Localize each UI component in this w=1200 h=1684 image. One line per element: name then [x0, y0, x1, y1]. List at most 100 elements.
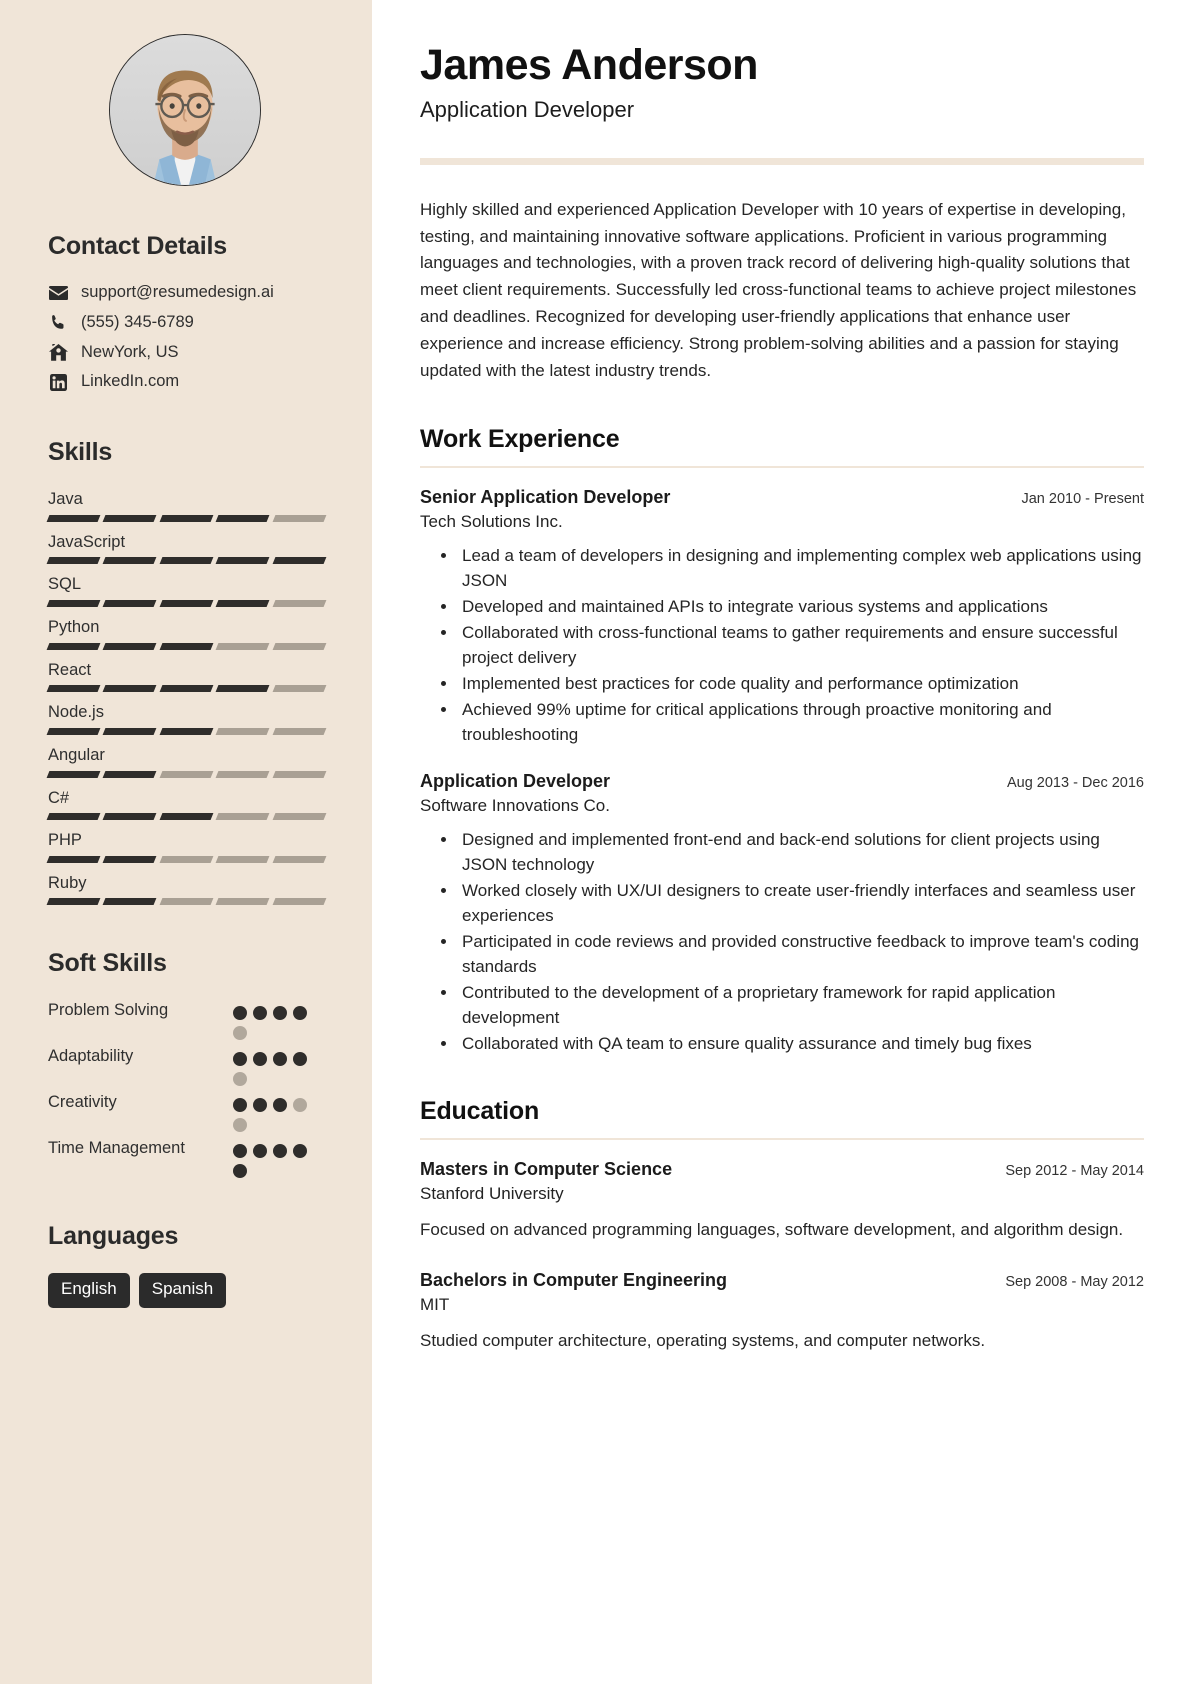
professional-summary: Highly skilled and experienced Applicati…: [420, 199, 1137, 380]
rating-dot: [273, 1098, 287, 1113]
contact-linkedin-value: LinkedIn.com: [81, 372, 180, 391]
skill-segment: [159, 855, 214, 863]
work-bullet-list: Lead a team of developers in designing a…: [420, 544, 1144, 748]
work-company-name: Software Innovations Co.: [420, 796, 610, 816]
skill-level-bar: [46, 600, 327, 608]
rating-dot: [293, 1052, 307, 1067]
soft-skill-name: Adaptability: [48, 1047, 134, 1066]
skill-name: Java: [48, 490, 83, 509]
sidebar: Contact Details support@resumedesign.ai …: [0, 0, 372, 1684]
skill-segment: [102, 514, 158, 522]
rating-dot: [253, 1144, 267, 1159]
skill-item: React: [46, 660, 346, 693]
education-item-header: Bachelors in Computer Engineering Sep 200…: [420, 1269, 1144, 1292]
skill-level-bar: [46, 514, 327, 522]
skill-name: SQL: [48, 575, 82, 594]
skill-segment: [215, 557, 271, 565]
skill-segment: [102, 727, 158, 735]
soft-skill-item: Time Management: [48, 1138, 346, 1179]
work-experience-divider: [420, 465, 1144, 468]
rating-dot: [293, 1144, 307, 1159]
work-date-range: Aug 2013 - Dec 2016: [1006, 774, 1144, 791]
work-job-title: Application Developer: [420, 770, 611, 791]
education-list: Masters in Computer Science Sep 2012 - Ma…: [420, 1158, 1144, 1354]
skill-level-bar: [46, 813, 327, 821]
contact-item-phone[interactable]: (555) 345-6789: [48, 313, 346, 333]
education-heading: Education: [420, 1097, 540, 1126]
skill-segment: [159, 557, 214, 565]
contact-item-email[interactable]: support@resumedesign.ai: [48, 283, 346, 303]
education-item: Bachelors in Computer Engineering Sep 200…: [420, 1269, 1144, 1354]
work-item-header: Application Developer Aug 2013 - Dec 2016: [420, 770, 1144, 793]
skill-segment: [272, 685, 327, 693]
language-chip[interactable]: English: [48, 1273, 130, 1309]
skill-segment: [272, 727, 327, 735]
skill-segment: [159, 727, 214, 735]
rating-dot: [293, 1098, 307, 1113]
work-bullet: Implemented best practices for code qual…: [458, 672, 1144, 697]
skill-segment: [215, 642, 271, 650]
skill-segment: [272, 898, 327, 906]
skill-segment: [102, 770, 158, 778]
skill-segment: [102, 600, 158, 608]
skill-segment: [159, 770, 214, 778]
education-degree: Bachelors in Computer Engineering: [420, 1269, 728, 1290]
skill-segment: [272, 514, 327, 522]
skill-segment: [46, 727, 101, 735]
skill-name: Python: [48, 618, 100, 637]
skill-name: C#: [48, 788, 70, 807]
work-bullet: Participated in code reviews and provide…: [458, 930, 1144, 980]
skill-name: Angular: [48, 745, 105, 764]
skill-segment: [272, 557, 327, 565]
work-job-title: Senior Application Developer: [420, 486, 671, 507]
skill-segment: [46, 514, 101, 522]
education-item-header: Masters in Computer Science Sep 2012 - Ma…: [420, 1158, 1144, 1181]
resume-page: Contact Details support@resumedesign.ai …: [0, 0, 1200, 1684]
profile-photo-icon: [110, 35, 260, 185]
avatar: [109, 34, 261, 186]
skill-name: Ruby: [48, 873, 87, 892]
education-item: Masters in Computer Science Sep 2012 - Ma…: [420, 1158, 1144, 1243]
rating-dot: [273, 1052, 287, 1067]
rating-dot: [233, 1164, 247, 1179]
work-bullet: Collaborated with cross-functional teams…: [458, 621, 1144, 671]
work-experience-heading: Work Experience: [420, 424, 620, 453]
skill-segment: [46, 855, 101, 863]
language-chip[interactable]: Spanish: [138, 1273, 227, 1309]
skill-segment: [159, 642, 214, 650]
skill-item: PHP: [46, 830, 346, 863]
rating-dot: [233, 1098, 247, 1113]
avatar-container: [48, 34, 346, 186]
skill-segment: [272, 600, 327, 608]
contact-item-linkedin[interactable]: LinkedIn.com: [48, 372, 346, 392]
skill-segment: [46, 898, 101, 906]
skill-item: Node.js: [46, 702, 346, 735]
contact-item-location[interactable]: NewYork, US: [48, 343, 346, 363]
skill-item: SQL: [46, 574, 346, 608]
skill-level-bar: [46, 685, 327, 693]
contact-email-value: support@resumedesign.ai: [81, 283, 274, 301]
skill-segment: [215, 770, 271, 778]
skill-name: React: [48, 660, 92, 679]
rating-dot: [233, 1072, 247, 1087]
skill-segment: [159, 514, 214, 522]
main-content: James Anderson Application Developer Hig…: [372, 0, 1200, 1684]
skill-level-bar: [46, 557, 327, 565]
skill-segment: [272, 642, 327, 650]
work-bullet: Worked closely with UX/UI designers to c…: [458, 879, 1144, 929]
soft-skill-rating: [233, 1046, 313, 1087]
header-divider: [420, 157, 1144, 165]
work-bullet: Achieved 99% uptime for critical applica…: [458, 698, 1144, 748]
skill-segment: [102, 685, 158, 693]
rating-dot: [293, 1006, 307, 1021]
skill-item: Java: [46, 489, 346, 522]
soft-skill-item: Creativity: [48, 1092, 346, 1133]
skill-name: JavaScript: [48, 532, 126, 551]
page-title: James Anderson: [420, 41, 758, 89]
skill-segment: [102, 855, 158, 863]
soft-skill-name: Problem Solving: [48, 1001, 169, 1020]
rating-dot: [253, 1006, 267, 1021]
education-degree: Masters in Computer Science: [420, 1159, 673, 1180]
envelope-icon: [48, 284, 68, 302]
skill-segment: [159, 813, 214, 821]
